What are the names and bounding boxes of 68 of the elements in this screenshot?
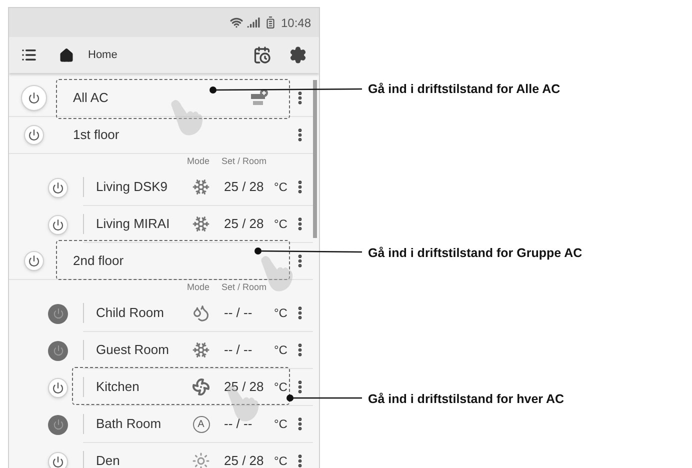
temperature-text: -- / -- (224, 415, 254, 434)
temperature-text: 25 / 28 (224, 378, 265, 396)
room-name[interactable]: Living DSK9 (96, 177, 188, 197)
power-button[interactable] (24, 251, 44, 271)
callout-text: Gå ind i driftstilstand for hver AC (368, 391, 564, 408)
snowflake-icon (192, 178, 210, 196)
calendar-clock-icon[interactable] (253, 46, 271, 64)
power-icon (28, 129, 40, 141)
room-name[interactable]: Den (96, 451, 188, 468)
temperature-text: -- / -- (224, 304, 254, 322)
power-icon (52, 382, 64, 394)
temperature-text: 25 / 28 (224, 452, 265, 468)
unit-text: °C (274, 416, 288, 433)
temperature-text: 25 / 28 (224, 178, 265, 196)
unit-text: °C (274, 179, 288, 196)
unit-text: °C (274, 379, 288, 396)
power-button[interactable] (48, 414, 68, 434)
power-icon (28, 255, 40, 267)
droplets-icon (192, 304, 210, 322)
header-title: Home (88, 48, 118, 63)
column-label: Set / Room (222, 280, 267, 294)
room-name[interactable]: Child Room (96, 303, 188, 323)
group-name[interactable]: 2nd floor (73, 251, 124, 271)
power-icon (52, 218, 64, 230)
temperature-text: -- / -- (224, 341, 254, 360)
column-label: Mode (187, 154, 210, 168)
power-icon (52, 182, 64, 194)
power-icon (52, 345, 64, 356)
snowflake-icon (192, 215, 210, 233)
unit-text: °C (274, 342, 288, 359)
column-label: Set / Room (222, 154, 267, 168)
snowflake-icon (192, 341, 210, 359)
power-button[interactable] (48, 340, 68, 360)
settings-icon[interactable] (289, 46, 307, 64)
temperature-text: 25 / 28 (224, 215, 265, 234)
power-button[interactable] (48, 304, 68, 324)
fan-icon (192, 378, 210, 396)
power-icon (52, 456, 64, 468)
power-button[interactable] (48, 178, 68, 198)
signal-icon (246, 16, 260, 29)
power-icon (28, 92, 40, 104)
unit-text: °C (274, 453, 288, 468)
power-icon (52, 419, 64, 430)
menu-icon[interactable] (21, 47, 37, 63)
power-icon (52, 308, 64, 319)
wifi-icon (230, 16, 243, 29)
room-name[interactable]: Bath Room (96, 414, 188, 434)
battery-icon (264, 16, 277, 29)
power-button[interactable] (48, 378, 68, 398)
power-button[interactable] (48, 452, 68, 468)
room-name[interactable]: Guest Room (96, 340, 188, 360)
group-name[interactable]: 1st floor (73, 125, 120, 145)
callout-text: Gå ind i driftstilstand for Alle AC (368, 81, 560, 98)
room-name[interactable]: Kitchen (96, 377, 188, 397)
sun-icon (192, 452, 210, 468)
power-button[interactable] (24, 125, 44, 145)
clock-text: 10:48 (280, 14, 311, 32)
unit-text: °C (274, 216, 288, 233)
room-name[interactable]: Living MIRAI (96, 214, 188, 234)
auto-mode-icon: A (192, 416, 210, 432)
group-name[interactable]: All AC (73, 88, 108, 108)
column-label: Mode (187, 280, 210, 294)
home-icon[interactable] (59, 48, 74, 62)
unit-text: °C (274, 305, 288, 322)
callout-text: Gå ind i driftstilstand for Gruppe AC (368, 245, 582, 262)
pointing-hand-drawing (170, 98, 204, 137)
power-button[interactable] (21, 85, 47, 111)
power-button[interactable] (48, 214, 68, 234)
